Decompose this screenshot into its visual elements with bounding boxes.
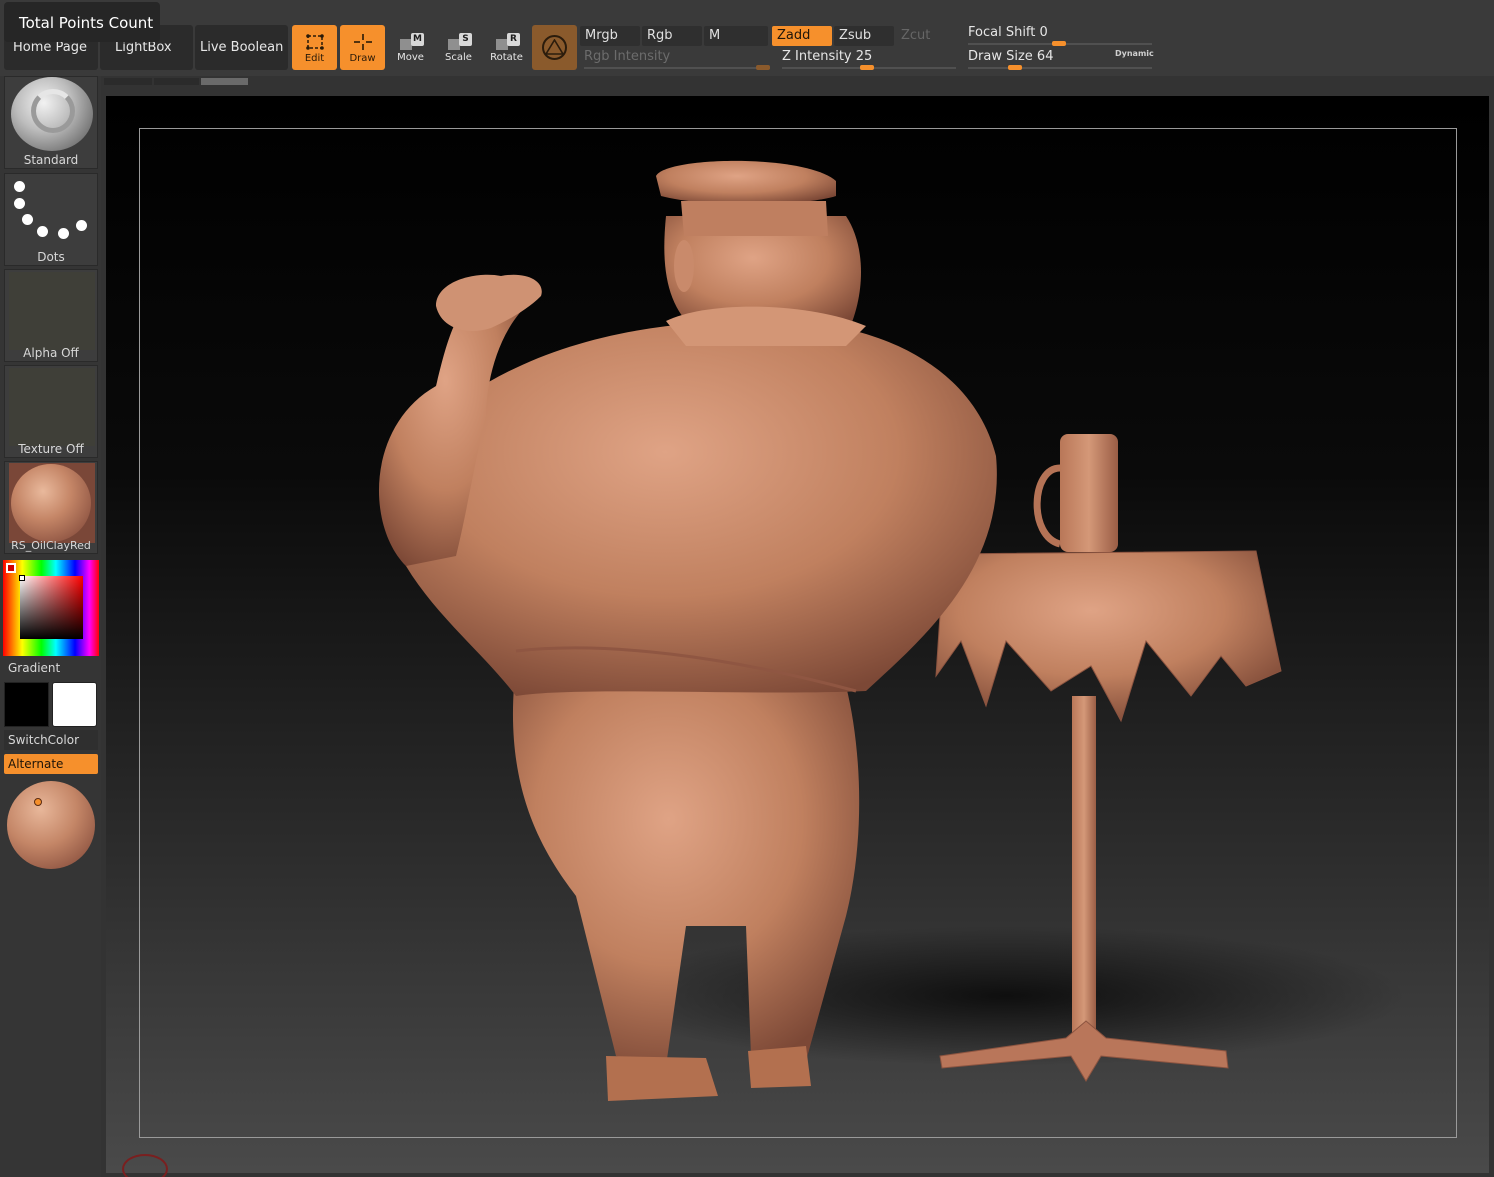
texture-off-icon bbox=[9, 368, 95, 446]
draw-size-value: 64 bbox=[1036, 49, 1054, 64]
dots-stroke-icon bbox=[58, 228, 69, 239]
document-tab[interactable] bbox=[154, 78, 199, 85]
gradient-button[interactable]: Gradient bbox=[4, 658, 98, 678]
live-boolean-label: Live Boolean bbox=[200, 40, 284, 55]
lightbox-label: LightBox bbox=[115, 40, 172, 55]
document-canvas[interactable] bbox=[106, 96, 1489, 1177]
rgb-button[interactable]: Rgb bbox=[642, 26, 702, 46]
rgb-intensity-knob[interactable] bbox=[756, 65, 770, 70]
zcut-label: Zcut bbox=[901, 28, 931, 43]
zcut-button[interactable]: Zcut bbox=[896, 26, 956, 46]
live-boolean-button[interactable]: Live Boolean bbox=[195, 25, 288, 70]
rotate-button[interactable]: R Rotate bbox=[484, 25, 529, 70]
dots-stroke-icon bbox=[37, 226, 48, 237]
mug bbox=[1033, 434, 1118, 552]
m-label: M bbox=[709, 28, 721, 43]
dots-stroke-icon bbox=[14, 181, 25, 192]
m-button[interactable]: M bbox=[704, 26, 768, 46]
draw-size-label: Draw Size bbox=[968, 49, 1033, 64]
texture-slot[interactable]: Texture Off bbox=[4, 365, 98, 458]
left-shelf: Standard Dots Alpha Off Texture Off RS_O… bbox=[0, 76, 101, 1177]
brush-name: Standard bbox=[23, 153, 79, 167]
top-toolbar: Total Points Count Home Page LightBox Li… bbox=[0, 0, 1494, 76]
dots-stroke-icon bbox=[22, 214, 33, 225]
scale-button[interactable]: S Scale bbox=[436, 25, 481, 70]
dynamic-label: Dynamic bbox=[1115, 49, 1154, 58]
dots-stroke-icon bbox=[76, 220, 87, 231]
alternate-button[interactable]: Alternate bbox=[4, 754, 98, 774]
alpha-name: Alpha Off bbox=[23, 346, 79, 360]
texture-name: Texture Off bbox=[18, 442, 84, 456]
material-name: RS_OilClayRed bbox=[11, 539, 91, 552]
standard-brush-icon bbox=[11, 77, 93, 151]
alpha-off-icon bbox=[9, 272, 95, 350]
swirl-icon bbox=[31, 89, 75, 133]
rgb-label: Rgb bbox=[647, 28, 673, 43]
gradient-label: Gradient bbox=[8, 661, 61, 675]
edit-icon bbox=[305, 34, 324, 50]
mrgb-button[interactable]: Mrgb bbox=[580, 26, 640, 46]
z-intensity-knob[interactable] bbox=[860, 65, 874, 70]
light-placement-sphere[interactable] bbox=[7, 781, 95, 869]
stroke-slot[interactable]: Dots bbox=[4, 173, 98, 266]
mrgb-label: Mrgb bbox=[585, 28, 618, 43]
triangle-icon bbox=[545, 39, 564, 55]
zsub-label: Zsub bbox=[839, 28, 872, 43]
draw-button[interactable]: Draw bbox=[340, 25, 385, 70]
z-intensity-slider[interactable]: Z Intensity 25 bbox=[782, 49, 956, 70]
main-color-swatch[interactable] bbox=[4, 682, 49, 727]
draw-label: Draw bbox=[349, 53, 376, 64]
switch-color-button[interactable]: SwitchColor bbox=[4, 730, 98, 750]
move-key-badge: M bbox=[411, 33, 424, 46]
current-color-indicator bbox=[6, 563, 16, 573]
brush-slot[interactable]: Standard bbox=[4, 76, 98, 169]
zsub-button[interactable]: Zsub bbox=[834, 26, 894, 46]
sculpt-model bbox=[378, 160, 1406, 1101]
draw-size-track bbox=[968, 67, 1152, 69]
switch-color-label: SwitchColor bbox=[8, 733, 80, 747]
dynamic-toggle[interactable]: Dynamic bbox=[1115, 49, 1154, 58]
material-mode-button[interactable] bbox=[532, 25, 577, 70]
secondary-color-swatch[interactable] bbox=[52, 682, 97, 727]
focal-shift-value: 0 bbox=[1039, 25, 1048, 40]
rotate-key-badge: R bbox=[507, 33, 520, 46]
focal-shift-label: Focal Shift bbox=[968, 25, 1036, 40]
canvas-corner-indicator bbox=[122, 1154, 168, 1177]
alpha-slot[interactable]: Alpha Off bbox=[4, 269, 98, 362]
rgb-intensity-label: Rgb Intensity bbox=[584, 49, 671, 64]
light-position-handle[interactable] bbox=[34, 798, 42, 806]
rgb-intensity-slider[interactable]: Rgb Intensity bbox=[584, 49, 770, 70]
zadd-label: Zadd bbox=[777, 28, 811, 43]
document-tab-active[interactable] bbox=[201, 78, 248, 85]
focal-shift-slider[interactable]: Focal Shift 0 bbox=[968, 25, 1152, 46]
tooltip-text: Total Points Count bbox=[19, 14, 154, 32]
z-intensity-value: 25 bbox=[855, 49, 873, 64]
scale-key-badge: S bbox=[459, 33, 472, 46]
scale-label: Scale bbox=[445, 52, 472, 63]
zadd-button[interactable]: Zadd bbox=[772, 26, 832, 46]
material-slot[interactable]: RS_OilClayRed bbox=[4, 461, 98, 554]
move-button[interactable]: M Move bbox=[388, 25, 433, 70]
alternate-label: Alternate bbox=[8, 757, 64, 771]
edit-button[interactable]: Edit bbox=[292, 25, 337, 70]
color-saturation-square[interactable] bbox=[20, 576, 83, 639]
total-points-tooltip: Total Points Count bbox=[4, 2, 160, 42]
rotate-label: Rotate bbox=[490, 52, 523, 63]
stroke-name: Dots bbox=[37, 250, 65, 264]
color-picker[interactable] bbox=[3, 560, 99, 656]
edit-label: Edit bbox=[304, 53, 325, 64]
color-picker-handle[interactable] bbox=[19, 575, 25, 581]
rgb-intensity-track bbox=[584, 67, 770, 69]
floor-shadow bbox=[606, 926, 1406, 1066]
draw-size-knob[interactable] bbox=[1008, 65, 1022, 70]
focal-shift-knob[interactable] bbox=[1052, 41, 1066, 46]
z-intensity-label: Z Intensity bbox=[782, 49, 852, 64]
home-page-label: Home Page bbox=[13, 40, 87, 55]
draw-icon bbox=[353, 34, 372, 50]
move-label: Move bbox=[397, 52, 424, 63]
material-sphere-icon bbox=[11, 464, 91, 542]
document-tab[interactable] bbox=[104, 78, 152, 85]
dots-stroke-icon bbox=[14, 198, 25, 209]
